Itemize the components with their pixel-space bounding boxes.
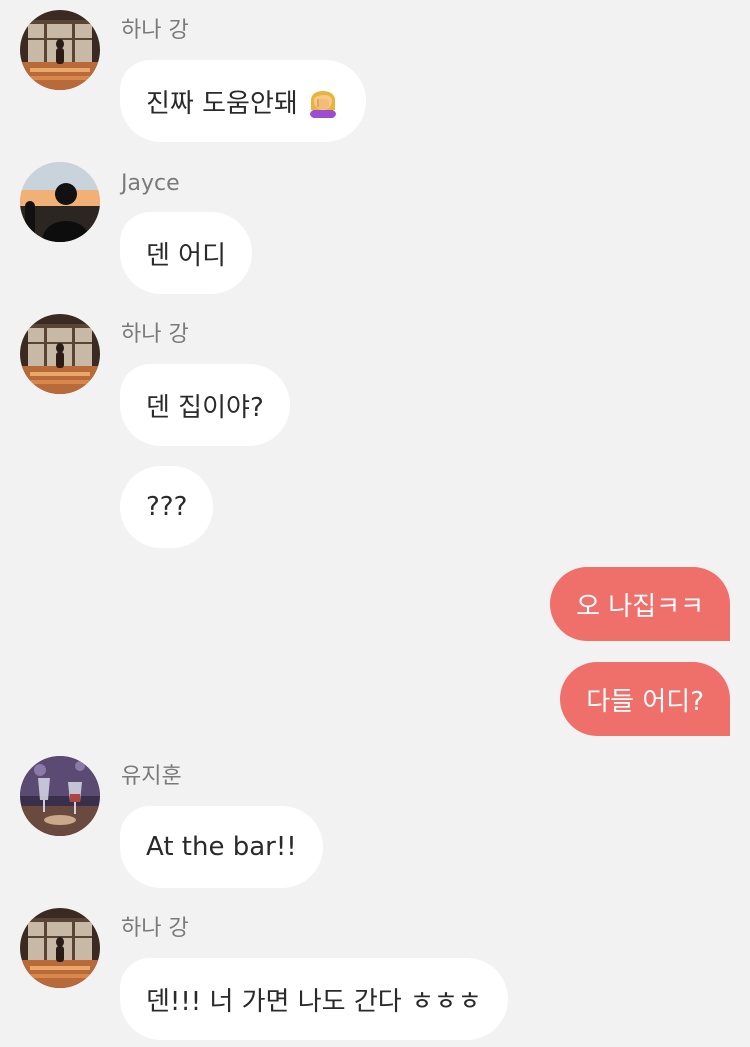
- avatar-hana[interactable]: [20, 314, 100, 394]
- chat-thread[interactable]: 하나 강 진짜 도움안돼 Jayce 덴 어디 하나 강 덴 집이야? ??? …: [0, 0, 750, 1047]
- sunset-silhouette-avatar: [20, 162, 100, 242]
- avatar-jayce[interactable]: [20, 162, 100, 242]
- window-silhouette-avatar: [20, 314, 100, 394]
- incoming-message-bubble[interactable]: 진짜 도움안돼: [120, 60, 366, 142]
- sender-name: Jayce: [121, 171, 180, 196]
- sender-name: 하나 강: [121, 18, 189, 43]
- message-text: 다들 어디?: [586, 686, 704, 717]
- sender-name: 하나 강: [121, 916, 189, 941]
- incoming-message-bubble[interactable]: 덴!!! 너 가면 나도 간다 ㅎㅎㅎ: [120, 958, 508, 1040]
- sender-name: 하나 강: [121, 322, 189, 347]
- avatar-jihoon[interactable]: [20, 756, 100, 836]
- message-text: 덴 어디: [146, 240, 227, 271]
- wine-glasses-avatar: [20, 756, 100, 836]
- window-silhouette-avatar: [20, 10, 100, 90]
- sender-name: 유지훈: [121, 764, 182, 789]
- message-text: ???: [146, 492, 188, 522]
- message-text: At the bar!!: [146, 832, 297, 862]
- message-text: 덴 집이야?: [146, 392, 264, 423]
- message-text: 오 나집ㅋㅋ: [576, 591, 704, 622]
- avatar-hana[interactable]: [20, 908, 100, 988]
- message-text: 진짜 도움안돼: [146, 88, 298, 119]
- outgoing-message-bubble[interactable]: 다들 어디?: [560, 662, 730, 736]
- outgoing-message-bubble[interactable]: 오 나집ㅋㅋ: [550, 567, 730, 641]
- incoming-message-bubble[interactable]: 덴 어디: [120, 212, 253, 294]
- message-text: 덴!!! 너 가면 나도 간다 ㅎㅎㅎ: [146, 986, 482, 1017]
- incoming-message-bubble[interactable]: At the bar!!: [120, 806, 323, 888]
- incoming-message-bubble[interactable]: 덴 집이야?: [120, 364, 290, 446]
- window-silhouette-avatar: [20, 908, 100, 988]
- woman-facepalming-icon: [309, 91, 336, 118]
- avatar-hana[interactable]: [20, 10, 100, 90]
- incoming-message-bubble[interactable]: ???: [120, 466, 214, 548]
